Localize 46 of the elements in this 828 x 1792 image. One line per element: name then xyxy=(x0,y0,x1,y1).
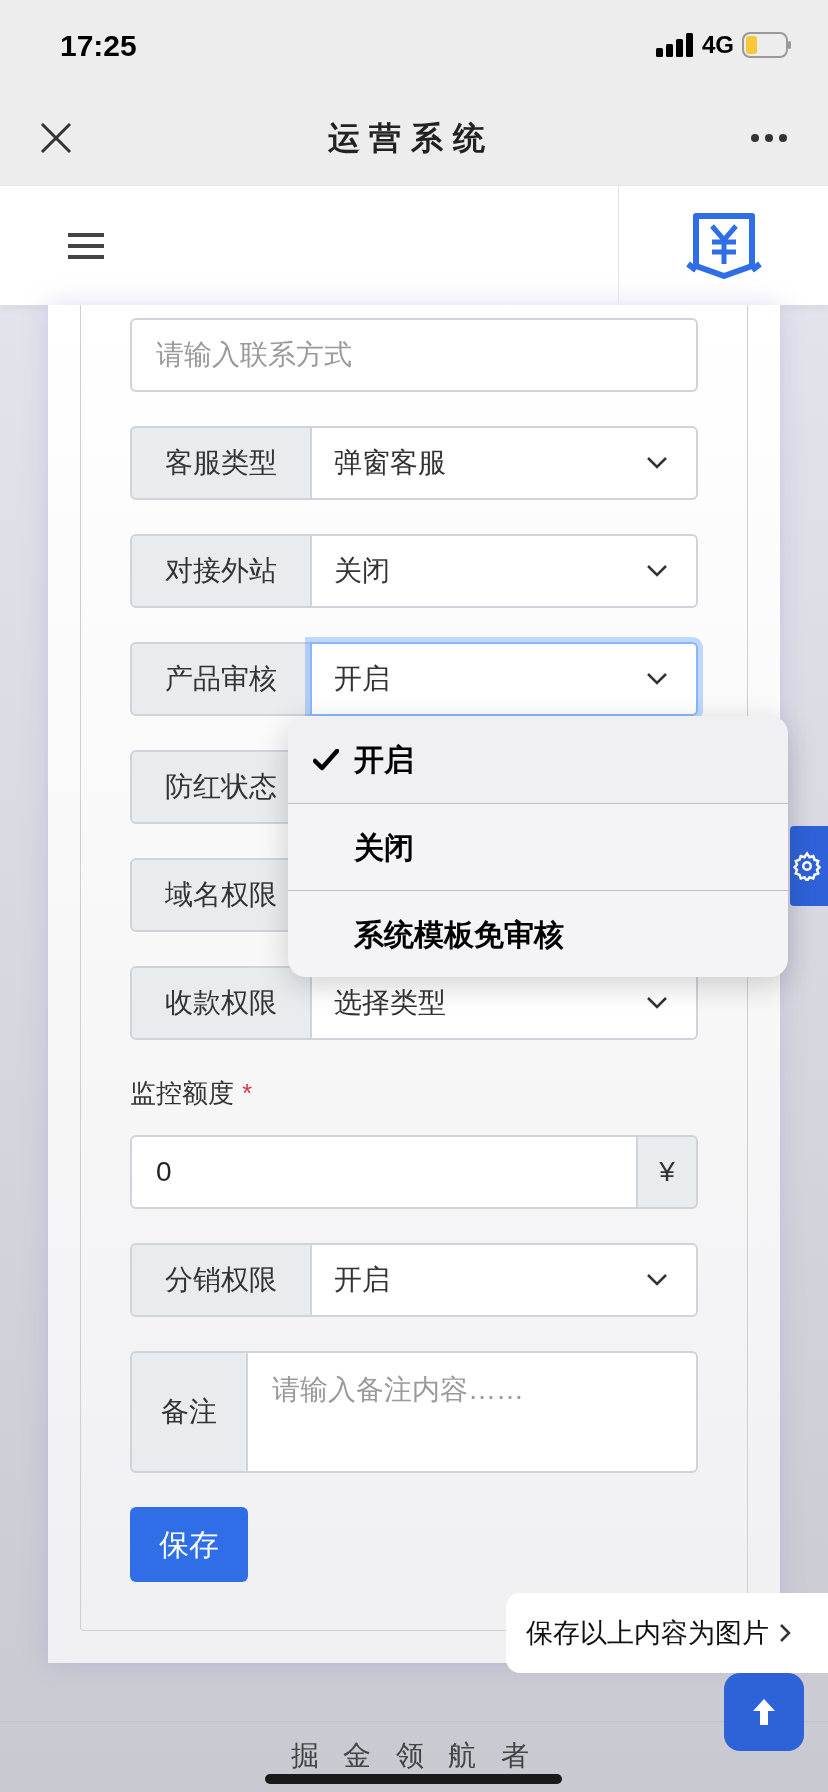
required-mark: * xyxy=(242,1077,253,1110)
field-label: 备注 xyxy=(130,1351,248,1473)
battery-icon xyxy=(742,32,792,58)
currency-addon: ¥ xyxy=(636,1135,698,1209)
footer-text: 掘 金 领 航 者 xyxy=(290,1740,538,1773)
select-value: 关闭 xyxy=(334,554,390,588)
chevron-down-icon xyxy=(646,672,668,686)
select-field[interactable]: 开启 xyxy=(310,642,698,716)
chevron-right-icon xyxy=(779,1623,791,1643)
settings-icon xyxy=(792,851,822,881)
select-field[interactable]: 弹窗客服 xyxy=(310,426,698,500)
dropdown-option[interactable]: 开启 xyxy=(288,716,788,803)
dropdown-option[interactable]: 系统模板免审核 xyxy=(288,890,788,977)
signal-icon xyxy=(656,33,694,57)
select-value: 弹窗客服 xyxy=(334,446,446,480)
chevron-down-icon xyxy=(646,1273,668,1287)
chevron-down-icon xyxy=(646,564,668,578)
field-label: 产品审核 xyxy=(130,642,312,716)
arrow-up-icon xyxy=(751,1697,777,1727)
select-value: 选择类型 xyxy=(334,986,446,1020)
contact-input[interactable]: 请输入联系方式 xyxy=(130,318,698,392)
dropdown-option[interactable]: 关闭 xyxy=(288,803,788,890)
select-field[interactable]: 关闭 xyxy=(310,534,698,608)
close-icon[interactable] xyxy=(40,121,72,154)
checkmark-icon xyxy=(313,748,339,771)
field-label: 对接外站 xyxy=(130,534,312,608)
chevron-down-icon xyxy=(646,996,668,1010)
select-field[interactable]: 开启 xyxy=(310,1243,698,1317)
amount-input[interactable]: 0 xyxy=(130,1135,638,1209)
back-to-top-button[interactable] xyxy=(724,1673,804,1751)
more-icon[interactable] xyxy=(750,132,788,143)
save-button[interactable]: 保存 xyxy=(130,1507,248,1582)
page-title: 运营系统 xyxy=(327,118,495,158)
menu-icon[interactable] xyxy=(68,231,104,260)
field-label: 分销权限 xyxy=(130,1243,312,1317)
field-label: 客服类型 xyxy=(130,426,312,500)
select-value: 开启 xyxy=(334,662,390,696)
chevron-down-icon xyxy=(646,456,668,470)
field-label: 收款权限 xyxy=(130,966,312,1040)
field-label: 监控额度 xyxy=(130,1077,234,1110)
notes-textarea[interactable]: 请输入备注内容…… xyxy=(246,1351,698,1473)
status-time: 17:25 xyxy=(60,27,137,64)
settings-tab[interactable] xyxy=(790,826,828,906)
network-label: 4G xyxy=(702,30,734,60)
save-as-image-button[interactable]: 保存以上内容为图片 xyxy=(506,1593,828,1673)
select-value: 开启 xyxy=(334,1263,390,1297)
